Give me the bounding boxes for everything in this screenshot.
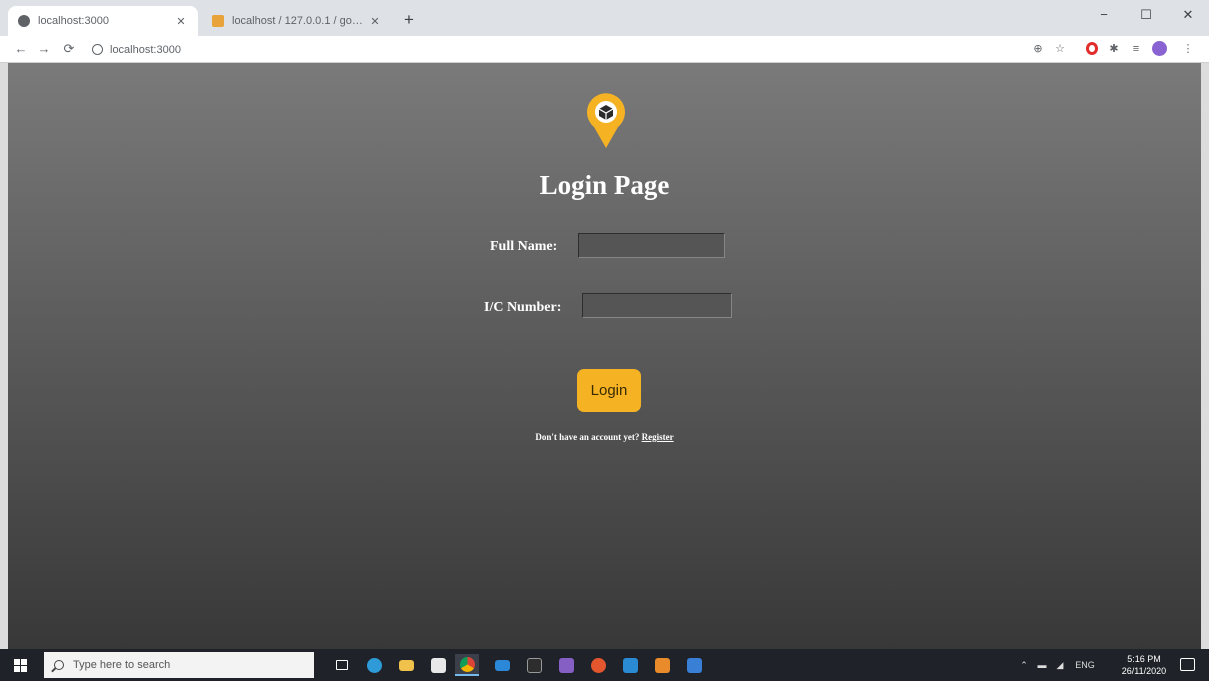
store-icon[interactable] — [426, 654, 450, 676]
location-pin-logo — [587, 93, 625, 148]
profile-avatar[interactable] — [1151, 41, 1167, 57]
browser-tab-strip: localhost:3000 ✕ localhost / 127.0.0.1 /… — [0, 0, 1209, 36]
register-prompt-text: Don't have an account yet? — [535, 432, 640, 442]
edge-icon[interactable] — [362, 654, 386, 676]
tab-title: localhost / 127.0.0.1 / gomexi / ... — [232, 15, 368, 27]
taskbar-search-box[interactable]: Type here to search — [44, 652, 314, 678]
full-name-input[interactable] — [578, 233, 725, 258]
app-icon[interactable] — [586, 654, 610, 676]
task-view-icon[interactable] — [330, 654, 354, 676]
orange-app-icon[interactable] — [650, 654, 674, 676]
register-link[interactable]: Register — [642, 432, 674, 442]
close-window-button[interactable]: ✕ — [1167, 0, 1209, 30]
new-tab-button[interactable]: + — [398, 9, 420, 31]
address-text: localhost:3000 — [110, 43, 181, 56]
terminal-icon[interactable] — [522, 654, 546, 676]
tab-title: localhost:3000 — [38, 15, 109, 27]
browser-tab-phpmyadmin[interactable]: localhost / 127.0.0.1 / gomexi / ... ✕ — [202, 6, 392, 36]
chrome-icon[interactable] — [455, 654, 479, 676]
mail-icon[interactable] — [490, 654, 514, 676]
reading-list-icon[interactable]: ≡ — [1128, 41, 1144, 57]
language-indicator[interactable]: ENG — [1072, 649, 1098, 681]
volume-icon[interactable]: ◢ — [1052, 649, 1068, 681]
search-placeholder: Type here to search — [73, 659, 171, 671]
login-button[interactable]: Login — [577, 369, 641, 412]
clock-time: 5:16 PM — [1127, 654, 1161, 664]
address-bar[interactable]: localhost:3000 — [92, 39, 1022, 60]
extension-icon[interactable]: ✱ — [1106, 41, 1122, 57]
minimize-button[interactable]: − — [1083, 0, 1125, 30]
site-info-icon[interactable] — [92, 44, 103, 55]
close-tab-icon[interactable]: ✕ — [174, 15, 188, 28]
zoom-icon[interactable]: ⊕ — [1030, 41, 1046, 57]
network-icon[interactable]: ▬ — [1034, 649, 1050, 681]
page-title: Login Page — [539, 170, 670, 200]
register-prompt: Don't have an account yet? Register — [8, 432, 1201, 442]
menu-icon[interactable]: ⋮ — [1180, 41, 1196, 57]
reload-icon[interactable]: ⟳ — [58, 39, 80, 59]
blue-app-icon[interactable] — [682, 654, 706, 676]
windows-logo-icon — [13, 658, 27, 672]
ic-number-input[interactable] — [582, 293, 732, 318]
search-icon — [54, 660, 64, 670]
system-clock[interactable]: 5:16 PM 26/11/2020 — [1115, 653, 1173, 677]
star-icon[interactable]: ☆ — [1052, 41, 1068, 57]
back-icon[interactable]: ← — [10, 39, 32, 59]
opera-icon[interactable] — [1084, 41, 1100, 57]
windows-taskbar: Type here to search ⌃ ▬ ◢ ENG 5:16 PM 26… — [0, 649, 1209, 681]
browser-tab-localhost[interactable]: localhost:3000 ✕ — [8, 6, 198, 36]
file-explorer-icon[interactable] — [394, 654, 418, 676]
vscode-icon[interactable] — [618, 654, 642, 676]
close-tab-icon[interactable]: ✕ — [368, 15, 382, 28]
clock-date: 26/11/2020 — [1121, 666, 1167, 676]
forward-icon[interactable]: → — [33, 39, 55, 59]
start-button[interactable] — [0, 649, 40, 681]
visual-studio-icon[interactable] — [554, 654, 578, 676]
phpmyadmin-icon — [212, 15, 224, 27]
full-name-label: Full Name: — [490, 239, 558, 254]
show-hidden-icons[interactable]: ⌃ — [1016, 649, 1032, 681]
browser-toolbar: ← → ⟳ localhost:3000 ⊕ ☆ ✱ ≡ ⋮ — [0, 36, 1209, 63]
maximize-button[interactable]: ☐ — [1125, 0, 1167, 30]
ic-number-label: I/C Number: — [484, 300, 562, 315]
login-page: Login Page Full Name: I/C Number: Login … — [8, 63, 1201, 649]
notification-icon[interactable] — [1180, 658, 1195, 671]
globe-icon — [18, 15, 30, 27]
